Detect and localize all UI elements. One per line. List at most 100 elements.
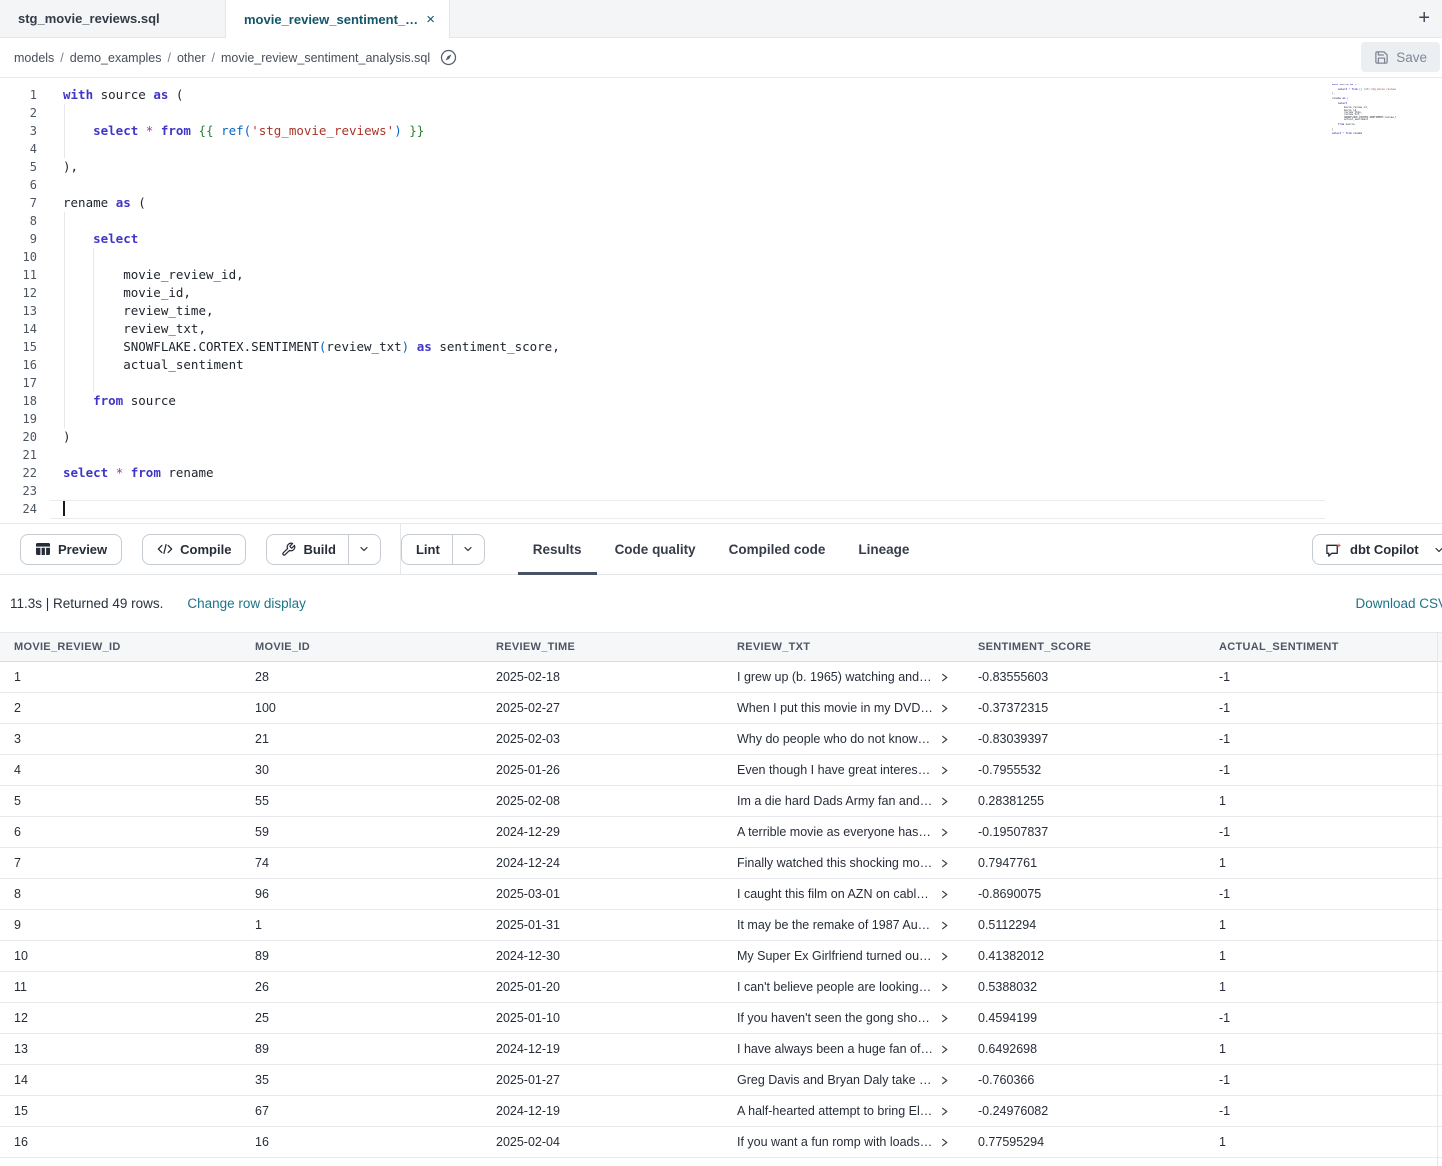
tab-lineage[interactable]: Lineage [858,524,909,574]
code-line[interactable]: 17 [0,374,1442,392]
table-row[interactable]: 6592024-12-29A terrible movie as everyon… [0,817,1442,848]
chevron-down-icon [1433,544,1442,556]
save-button[interactable]: Save [1361,42,1440,72]
column-header[interactable]: REVIEW_TIME [482,633,723,661]
expand-cell-icon[interactable] [939,982,950,993]
expand-cell-icon[interactable] [939,951,950,962]
tab-results[interactable]: Results [533,524,582,574]
code-line[interactable]: 12 movie_id, [0,284,1442,302]
table-row[interactable]: 14352025-01-27Greg Davis and Bryan Daly … [0,1065,1442,1096]
table-cell: 1 [1205,941,1442,971]
code-line[interactable]: 23 [0,482,1442,500]
table-row[interactable]: 912025-01-31It may be the remake of 1987… [0,910,1442,941]
table-row[interactable]: 1282025-02-18I grew up (b. 1965) watchin… [0,662,1442,693]
line-number: 9 [0,230,37,248]
expand-cell-icon[interactable] [939,1137,950,1148]
table-row[interactable]: 3212025-02-03Why do people who do not kn… [0,724,1442,755]
lint-button[interactable]: Lint [401,534,452,565]
line-number: 23 [0,482,37,500]
code-line[interactable]: 1with source as ( [0,86,1442,104]
code-line[interactable]: 4 [0,140,1442,158]
table-row[interactable]: 5552025-02-08Im a die hard Dads Army fan… [0,786,1442,817]
chevron-down-icon [462,543,474,555]
table-cell: I have always been a huge fan of "Hom [723,1034,964,1064]
preview-button[interactable]: Preview [20,534,122,565]
indent-guide [64,104,65,158]
code-line[interactable]: 11 movie_review_id, [0,266,1442,284]
compass-icon[interactable] [440,49,457,66]
column-header[interactable]: ACTUAL_SENTIMENT [1205,633,1442,661]
column-header[interactable]: REVIEW_TXT [723,633,964,661]
code-line[interactable]: 14 review_txt, [0,320,1442,338]
results-table: MOVIE_REVIEW_IDMOVIE_IDREVIEW_TIMEREVIEW… [0,632,1442,1166]
tab-stg-movie-reviews[interactable]: stg_movie_reviews.sql [0,0,225,37]
tab-compiled-code[interactable]: Compiled code [729,524,826,574]
code-line[interactable]: 5), [0,158,1442,176]
code-line[interactable]: 8 [0,212,1442,230]
table-row[interactable]: 17992024-12-21I really wanted to be able… [0,1158,1442,1166]
code-line[interactable]: 6 [0,176,1442,194]
expand-cell-icon[interactable] [939,796,950,807]
expand-cell-icon[interactable] [939,703,950,714]
table-row[interactable]: 13892024-12-19I have always been a huge … [0,1034,1442,1065]
close-tab-icon[interactable]: × [426,12,435,27]
build-dropdown-button[interactable] [348,534,381,565]
expand-cell-icon[interactable] [939,920,950,931]
table-row[interactable]: 7742024-12-24Finally watched this shocki… [0,848,1442,879]
table-row[interactable]: 16162025-02-04If you want a fun romp wit… [0,1127,1442,1158]
lint-dropdown-button[interactable] [452,534,485,565]
expand-cell-icon[interactable] [939,1106,950,1117]
download-csv-link[interactable]: Download CSV [1355,596,1442,611]
table-row[interactable]: 12252025-01-10If you haven't seen the go… [0,1003,1442,1034]
build-button[interactable]: Build [266,534,348,565]
expand-cell-icon[interactable] [939,827,950,838]
column-header[interactable]: SENTIMENT_SCORE [964,633,1205,661]
column-header[interactable]: MOVIE_ID [241,633,482,661]
change-row-display-link[interactable]: Change row display [187,596,306,611]
review-text: Greg Davis and Bryan Daly take some [737,1073,933,1087]
code-line[interactable]: 7rename as ( [0,194,1442,212]
editor-minimap[interactable]: with source as ( select * from {{ ref('s… [1332,84,1396,142]
code-line[interactable]: 15 SNOWFLAKE.CORTEX.SENTIMENT(review_txt… [0,338,1442,356]
expand-cell-icon[interactable] [939,1075,950,1086]
table-cell: Greg Davis and Bryan Daly take some [723,1065,964,1095]
table-row[interactable]: 10892024-12-30My Super Ex Girlfriend tur… [0,941,1442,972]
indent-guide [64,212,65,428]
code-line[interactable]: 10 [0,248,1442,266]
code-line[interactable]: 24 [0,500,1442,518]
expand-cell-icon[interactable] [939,734,950,745]
code-line[interactable]: 3 select * from {{ ref('stg_movie_review… [0,122,1442,140]
expand-cell-icon[interactable] [939,765,950,776]
expand-cell-icon[interactable] [939,1013,950,1024]
code-line[interactable]: 18 from source [0,392,1442,410]
tab-movie-review-sentiment[interactable]: movie_review_sentiment_… × [225,0,450,38]
code-line[interactable]: 20) [0,428,1442,446]
expand-cell-icon[interactable] [939,889,950,900]
table-cell: 2025-01-31 [482,910,723,940]
table-row[interactable]: 4302025-01-26Even though I have great in… [0,755,1442,786]
expand-cell-icon[interactable] [939,1044,950,1055]
table-row[interactable]: 11262025-01-20I can't believe people are… [0,972,1442,1003]
code-line[interactable]: 19 [0,410,1442,428]
line-number: 3 [0,122,37,140]
code-editor[interactable]: 1with source as (23 select * from {{ ref… [0,79,1442,523]
new-tab-button[interactable]: + [1418,7,1430,30]
table-row[interactable]: 15672024-12-19A half-hearted attempt to … [0,1096,1442,1127]
table-cell: 1 [1205,910,1442,940]
code-line[interactable]: 22select * from rename [0,464,1442,482]
expand-cell-icon[interactable] [939,858,950,869]
dbt-copilot-button[interactable]: dbt Copilot [1312,534,1442,565]
query-status-row: 11.3s | Returned 49 rows. Change row dis… [0,575,1442,632]
table-row[interactable]: 21002025-02-27When I put this movie in m… [0,693,1442,724]
table-cell: 100 [241,693,482,723]
expand-cell-icon[interactable] [939,672,950,683]
table-row[interactable]: 8962025-03-01I caught this film on AZN o… [0,879,1442,910]
code-line[interactable]: 16 actual_sentiment [0,356,1442,374]
code-line[interactable]: 2 [0,104,1442,122]
code-line[interactable]: 9 select [0,230,1442,248]
compile-button[interactable]: Compile [142,534,246,565]
code-line[interactable]: 13 review_time, [0,302,1442,320]
code-line[interactable]: 21 [0,446,1442,464]
tab-code-quality[interactable]: Code quality [615,524,696,574]
column-header[interactable]: MOVIE_REVIEW_ID [0,633,241,661]
